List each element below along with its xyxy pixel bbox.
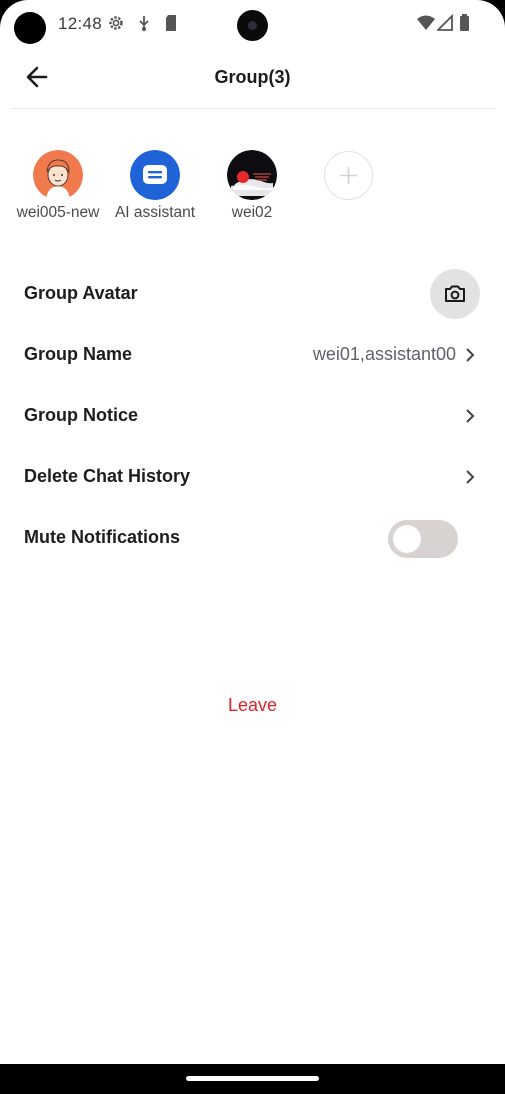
member-name: AI assistant bbox=[114, 204, 196, 221]
row-label: Group Name bbox=[24, 344, 133, 364]
row-label: Group Notice bbox=[24, 405, 139, 425]
leave-button[interactable]: Leave bbox=[0, 695, 505, 716]
member-item[interactable]: wei02 bbox=[202, 150, 302, 222]
add-member-button[interactable] bbox=[324, 151, 373, 200]
battery-icon bbox=[459, 14, 471, 32]
toggle-knob bbox=[393, 525, 421, 553]
member-list: wei005-new AI assistant wei02 bbox=[0, 150, 505, 230]
row-label: Mute Notifications bbox=[24, 527, 180, 547]
top-app-bar: Group(3) bbox=[0, 50, 505, 108]
member-avatar bbox=[33, 150, 83, 200]
member-name: wei02 bbox=[231, 204, 273, 221]
signal-icon bbox=[435, 13, 455, 32]
usb-debug-icon bbox=[137, 14, 155, 32]
camera-button[interactable] bbox=[430, 269, 480, 319]
mute-toggle[interactable] bbox=[388, 520, 458, 558]
wifi-icon bbox=[416, 14, 436, 32]
app-screen: 12:48 Group(3) wei005-new AI assistant w… bbox=[0, 0, 505, 1094]
front-camera bbox=[237, 10, 268, 41]
header-divider bbox=[10, 108, 495, 109]
gear-icon bbox=[107, 14, 125, 32]
member-item[interactable]: wei005-new bbox=[8, 150, 108, 222]
group-name-row[interactable]: Group Name wei01,assistant00 bbox=[0, 327, 505, 383]
group-avatar-row[interactable]: Group Avatar bbox=[0, 266, 505, 322]
front-cutout bbox=[14, 12, 46, 44]
row-label: Group Avatar bbox=[24, 283, 138, 303]
group-name-value: wei01,assistant00 bbox=[312, 344, 456, 364]
member-avatar bbox=[227, 150, 277, 200]
status-bar: 12:48 bbox=[0, 0, 505, 46]
delete-history-row[interactable]: Delete Chat History bbox=[0, 449, 505, 505]
camera-icon bbox=[445, 285, 465, 302]
member-item[interactable]: AI assistant bbox=[105, 150, 205, 222]
member-name: wei005-new bbox=[16, 204, 100, 221]
page-title: Group(3) bbox=[214, 67, 291, 87]
chevron-right-icon bbox=[466, 409, 475, 423]
system-nav-bar bbox=[0, 1064, 505, 1094]
home-indicator[interactable] bbox=[186, 1076, 319, 1081]
plus-icon bbox=[340, 167, 357, 184]
row-label: Delete Chat History bbox=[24, 466, 191, 486]
member-avatar bbox=[130, 150, 180, 200]
mute-notifications-row: Mute Notifications bbox=[0, 510, 505, 566]
chevron-right-icon bbox=[466, 470, 475, 484]
chevron-right-icon bbox=[466, 348, 475, 362]
group-notice-row[interactable]: Group Notice bbox=[0, 388, 505, 444]
status-time: 12:48 bbox=[58, 14, 103, 33]
sd-card-icon bbox=[164, 14, 182, 32]
